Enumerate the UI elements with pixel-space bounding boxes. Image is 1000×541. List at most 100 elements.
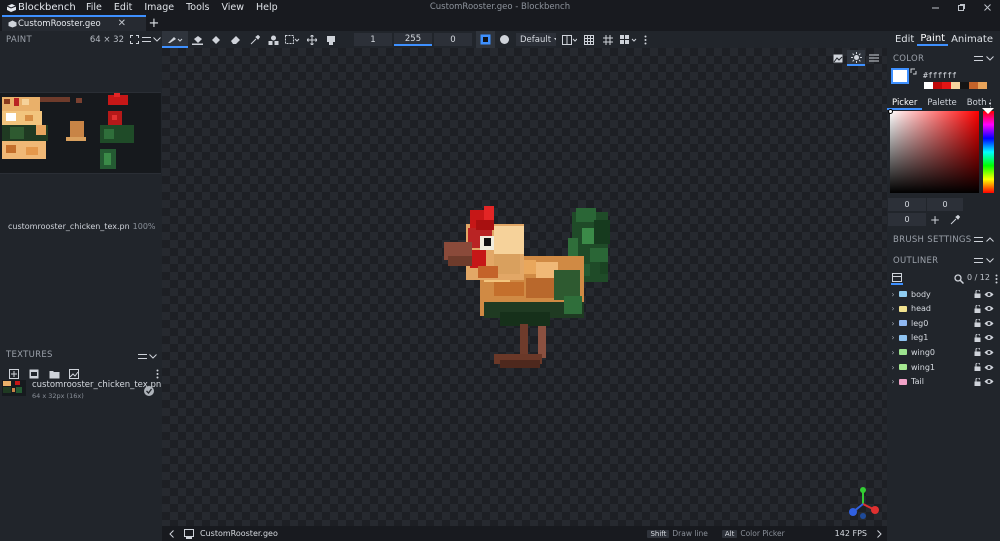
- hue-handle[interactable]: [982, 108, 994, 114]
- menu-lines-icon[interactable]: [972, 254, 984, 266]
- chevron-down-icon[interactable]: [984, 254, 996, 266]
- more-options-icon[interactable]: [993, 273, 999, 285]
- menu-image[interactable]: Image: [138, 0, 180, 15]
- shape-tool-icon[interactable]: [264, 31, 283, 48]
- square-brush-icon[interactable]: [476, 31, 495, 48]
- menu-lines-icon[interactable]: [972, 233, 984, 245]
- tab-customrooster[interactable]: CustomRooster.geo ✕: [2, 15, 146, 31]
- chevron-down-icon[interactable]: [152, 32, 162, 48]
- mode-edit[interactable]: Edit: [892, 34, 917, 45]
- lock-icon[interactable]: [972, 377, 983, 387]
- pixel-grid-icon[interactable]: [579, 31, 598, 48]
- rooster-model[interactable]: [444, 206, 624, 376]
- lock-icon[interactable]: [972, 318, 983, 328]
- color-field-1[interactable]: 0: [888, 198, 926, 211]
- axis-gizmo[interactable]: [847, 486, 881, 520]
- chevron-left-icon[interactable]: [164, 526, 178, 541]
- saturation-value-picker[interactable]: [888, 109, 979, 193]
- palette-swatch[interactable]: [960, 82, 969, 89]
- chevron-down-icon[interactable]: [148, 348, 158, 364]
- expand-arrow-icon[interactable]: ›: [887, 304, 899, 313]
- lock-icon[interactable]: [972, 289, 983, 299]
- minimize-icon[interactable]: [922, 0, 948, 15]
- close-window-icon[interactable]: [974, 0, 1000, 15]
- brush-settings-header[interactable]: BRUSH SETTINGS: [887, 231, 1000, 248]
- palette-swatch[interactable]: [969, 82, 978, 89]
- outliner-group-leg1[interactable]: › leg1: [887, 331, 1000, 345]
- lock-icon[interactable]: [972, 347, 983, 357]
- close-tab-icon[interactable]: ✕: [118, 18, 126, 29]
- menu-edit[interactable]: Edit: [108, 0, 138, 15]
- chevron-right-icon[interactable]: [875, 526, 883, 541]
- expand-arrow-icon[interactable]: ›: [887, 319, 899, 328]
- menu-tools[interactable]: Tools: [180, 0, 215, 15]
- expand-arrow-icon[interactable]: ›: [887, 377, 899, 386]
- hue-slider[interactable]: [982, 108, 994, 193]
- blend-mode-select[interactable]: Default: [516, 33, 556, 46]
- grid-hash-icon[interactable]: [598, 31, 617, 48]
- visibility-eye-icon[interactable]: [983, 318, 994, 328]
- lock-icon[interactable]: [972, 333, 983, 343]
- opacity-input[interactable]: 255: [394, 33, 432, 46]
- copy-paste-icon[interactable]: [321, 31, 340, 48]
- tab-picker[interactable]: Picker: [887, 96, 923, 110]
- mode-animate[interactable]: Animate: [948, 34, 996, 45]
- outliner-group-wing1[interactable]: › wing1: [887, 360, 1000, 374]
- color-field-3[interactable]: 0: [888, 213, 926, 226]
- visibility-eye-icon[interactable]: [983, 362, 994, 372]
- visibility-eye-icon[interactable]: [983, 333, 994, 343]
- palette-swatch[interactable]: [951, 82, 960, 89]
- softness-input[interactable]: 0: [434, 33, 472, 46]
- picker-handle[interactable]: [888, 109, 893, 114]
- visibility-eye-icon[interactable]: [983, 377, 994, 387]
- menu-lines-icon[interactable]: [972, 52, 984, 64]
- chevron-down-icon[interactable]: [984, 52, 996, 64]
- main-color-swatch[interactable]: [891, 68, 909, 84]
- lock-icon[interactable]: [972, 362, 983, 372]
- fill-bucket-icon[interactable]: [188, 31, 207, 48]
- screenshot-icon[interactable]: [829, 50, 847, 66]
- palette-swatch[interactable]: [978, 82, 987, 89]
- view-layout-icon[interactable]: [617, 31, 641, 48]
- 3d-viewport[interactable]: [162, 48, 887, 526]
- menu-help[interactable]: Help: [250, 0, 284, 15]
- color-picker-icon[interactable]: [245, 31, 264, 48]
- new-tab-button[interactable]: +: [146, 15, 162, 31]
- expand-arrow-icon[interactable]: ›: [887, 290, 899, 299]
- brush-size-input[interactable]: 1: [354, 33, 392, 46]
- color-fill-icon[interactable]: [207, 31, 226, 48]
- viewport-menu-icon[interactable]: [865, 50, 883, 66]
- add-color-icon[interactable]: +: [929, 213, 941, 227]
- menu-file[interactable]: File: [80, 0, 108, 15]
- search-icon[interactable]: [953, 272, 965, 285]
- texture-selected-check-icon[interactable]: [144, 386, 154, 396]
- mode-paint[interactable]: Paint: [917, 33, 949, 46]
- fullscreen-icon[interactable]: [128, 32, 140, 48]
- outliner-group-leg0[interactable]: › leg0: [887, 316, 1000, 330]
- texture-preview[interactable]: [0, 92, 161, 174]
- tab-palette[interactable]: Palette: [922, 96, 961, 110]
- menu-lines-icon[interactable]: [136, 348, 148, 364]
- lock-icon[interactable]: [972, 304, 983, 314]
- eyedropper-icon[interactable]: [949, 214, 961, 226]
- maximize-icon[interactable]: [948, 0, 974, 15]
- expand-arrow-icon[interactable]: ›: [887, 333, 899, 342]
- outliner-group-body[interactable]: › body: [887, 287, 1000, 301]
- palette-swatch[interactable]: [942, 82, 951, 89]
- round-brush-icon[interactable]: [495, 31, 514, 48]
- chevron-up-icon[interactable]: [984, 233, 996, 245]
- edit-file-icon[interactable]: [182, 526, 196, 541]
- swap-colors-icon[interactable]: [909, 67, 917, 75]
- color-field-2[interactable]: 0: [927, 198, 963, 211]
- expand-arrow-icon[interactable]: ›: [887, 363, 899, 372]
- expand-arrow-icon[interactable]: ›: [887, 348, 899, 357]
- move-icon[interactable]: [302, 31, 321, 48]
- color-hex-value[interactable]: #ffffff: [923, 71, 957, 80]
- lighting-sun-icon[interactable]: [847, 50, 865, 66]
- brush-tool-icon[interactable]: [162, 31, 188, 48]
- visibility-eye-icon[interactable]: [983, 289, 994, 299]
- texture-list-item[interactable]: customrooster_chicken_tex.pn 64 x 32px (…: [2, 380, 161, 406]
- eraser-icon[interactable]: [226, 31, 245, 48]
- outliner-group-head[interactable]: › head: [887, 302, 1000, 316]
- mirror-painting-icon[interactable]: [560, 31, 579, 48]
